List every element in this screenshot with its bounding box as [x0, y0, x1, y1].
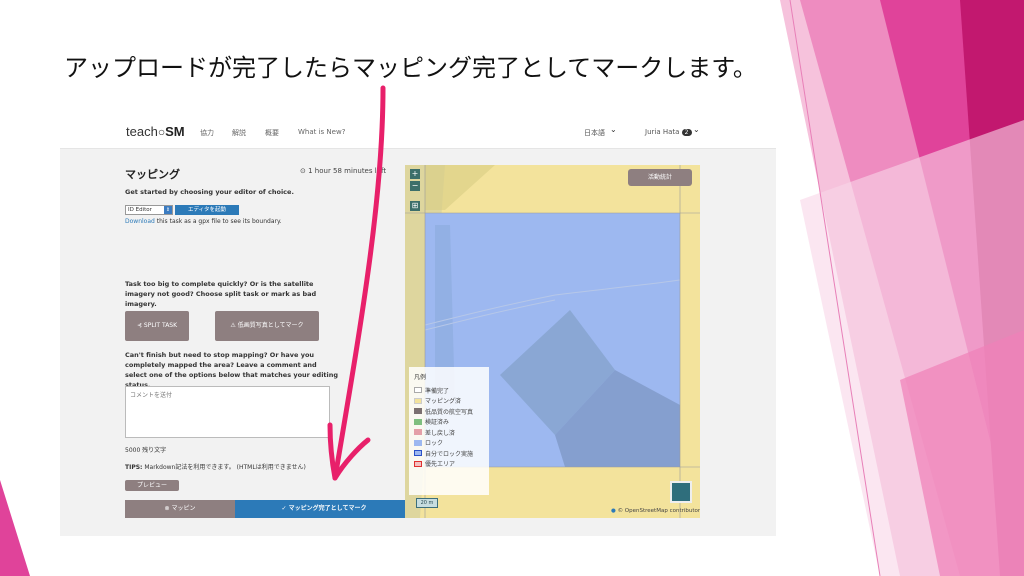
annotation-arrow: [327, 85, 386, 481]
